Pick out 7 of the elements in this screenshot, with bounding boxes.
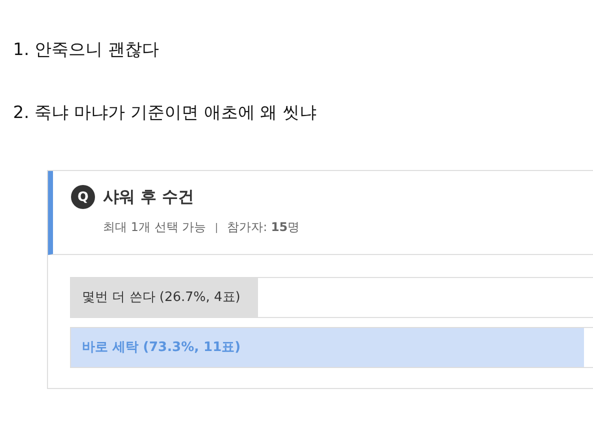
list-item-text: 2. 죽냐 마냐가 기준이면 애초에 왜 씻냐 bbox=[13, 102, 318, 125]
list-item-text: 1. 안죽으니 괜찮다 bbox=[13, 39, 160, 62]
participant-count: 참가자: 15명 bbox=[227, 219, 300, 236]
poll-option[interactable]: 몇번 더 쓴다 (26.7%, 4표) bbox=[70, 277, 593, 318]
question-badge: Q bbox=[71, 185, 95, 209]
poll-title: 샤워 후 수건 bbox=[103, 186, 194, 208]
selection-limit: 최대 1개 선택 가능 bbox=[103, 219, 206, 236]
